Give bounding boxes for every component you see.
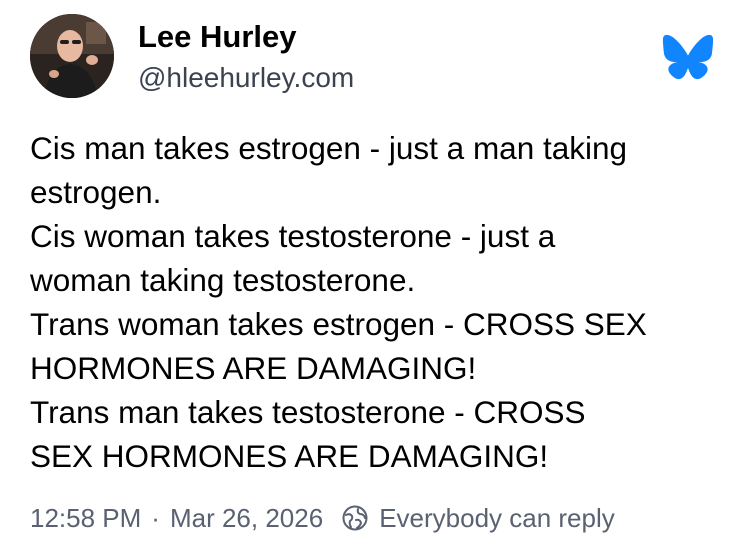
globe-reply-icon	[341, 504, 369, 532]
post-line: estrogen.	[30, 174, 162, 210]
author-handle[interactable]: @hleehurley.com	[138, 61, 354, 95]
author-display-name[interactable]: Lee Hurley	[138, 18, 297, 56]
meta-separator: ·	[151, 502, 160, 533]
post-date[interactable]: Mar 26, 2026	[170, 503, 323, 534]
post-line: Trans man takes testosterone - CROSS	[30, 394, 586, 430]
post-line: SEX HORMONES ARE DAMAGING!	[30, 438, 549, 474]
post-text: Cis man takes estrogen - just a man taki…	[30, 126, 730, 478]
post-line: HORMONES ARE DAMAGING!	[30, 350, 477, 386]
bluesky-butterfly-icon[interactable]	[662, 34, 714, 80]
post-line: Trans woman takes estrogen - CROSS SEX	[30, 306, 647, 342]
reply-setting-label: Everybody can reply	[379, 502, 615, 533]
post-line: woman taking testosterone.	[30, 262, 416, 298]
avatar[interactable]	[30, 14, 114, 98]
reply-setting[interactable]: Everybody can reply	[341, 503, 615, 534]
avatar-image	[30, 14, 114, 98]
post-line: Cis woman takes testosterone - just a	[30, 218, 556, 254]
post-time[interactable]: 12:58 PM	[30, 503, 141, 534]
post-line: Cis man takes estrogen - just a man taki…	[30, 130, 628, 166]
post-card: Lee Hurley @hleehurley.com Cis man takes…	[0, 0, 746, 556]
post-meta: 12:58 PM · Mar 26, 2026 Everybody can re…	[30, 500, 615, 536]
